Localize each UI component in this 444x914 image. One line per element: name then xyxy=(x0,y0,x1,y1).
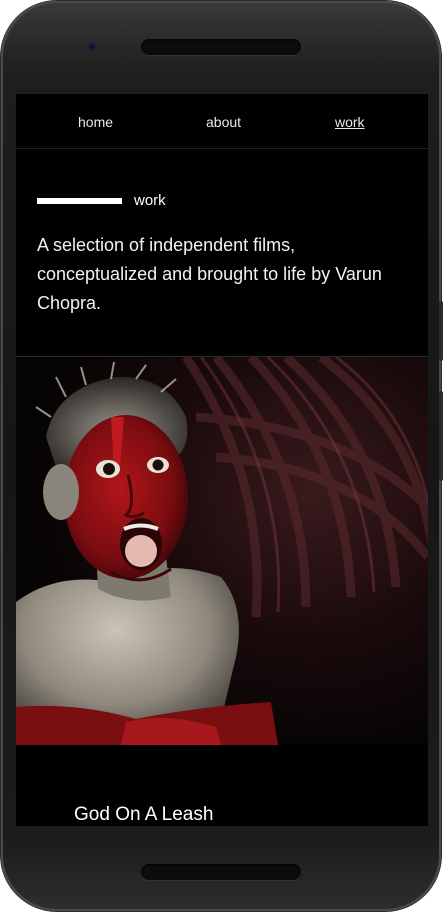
power-button xyxy=(439,301,443,361)
top-navigation: home about work xyxy=(16,94,428,149)
nav-link-home[interactable]: home xyxy=(78,114,113,130)
nav-link-work[interactable]: work xyxy=(335,114,365,130)
volume-button xyxy=(439,391,443,481)
app-screen: home about work work A selection of inde… xyxy=(16,94,428,826)
film-title[interactable]: God On A Leash xyxy=(74,804,213,826)
section-label: work xyxy=(134,192,166,209)
nav-link-about[interactable]: about xyxy=(206,114,241,130)
earpiece-speaker xyxy=(141,39,301,55)
intro-text: A selection of independent films, concep… xyxy=(37,235,382,313)
section-accent-bar xyxy=(37,198,122,204)
film-poster-image[interactable] xyxy=(16,357,428,745)
front-camera-icon xyxy=(87,42,97,52)
bottom-speaker xyxy=(141,864,301,880)
